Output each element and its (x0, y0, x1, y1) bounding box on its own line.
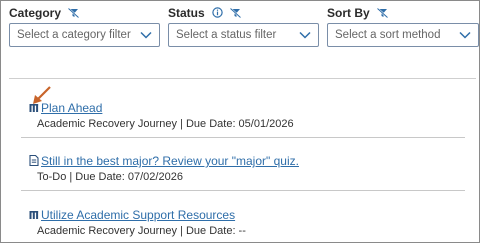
sort-filter: Sort By Select a sort method (327, 5, 479, 47)
item-meta: To-Do | Due Date: 07/02/2026 (37, 171, 183, 183)
filter-bar: Category Select a category filter Status (9, 5, 479, 49)
divider (21, 137, 465, 138)
list-item: Utilize Academic Support Resources Acade… (29, 208, 467, 238)
journey-icon (29, 209, 40, 224)
divider (9, 78, 476, 79)
sort-filter-label: Sort By (327, 5, 389, 22)
academic-support-link[interactable]: Utilize Academic Support Resources (41, 208, 235, 222)
status-select-placeholder: Select a status filter (176, 29, 277, 41)
chevron-down-icon (459, 31, 471, 39)
status-select[interactable]: Select a status filter (168, 23, 319, 47)
category-filter: Category Select a category filter (9, 5, 160, 47)
journey-icon (29, 102, 40, 117)
sort-select[interactable]: Select a sort method (327, 23, 479, 47)
status-filter: Status Select a status filter (168, 5, 319, 47)
filter-off-icon[interactable] (230, 6, 242, 22)
category-label-text: Category (9, 6, 62, 20)
list-item: Still in the best major? Review your "ma… (29, 154, 467, 184)
plan-ahead-link[interactable]: Plan Ahead (41, 101, 102, 115)
status-filter-label: Status (168, 5, 242, 22)
chevron-down-icon (299, 31, 311, 39)
status-label-text: Status (168, 6, 205, 20)
list-item: Plan Ahead Academic Recovery Journey | D… (29, 101, 467, 131)
item-title: Utilize Academic Support Resources (29, 208, 467, 224)
filter-off-icon[interactable] (376, 6, 389, 22)
major-quiz-link[interactable]: Still in the best major? Review your "ma… (41, 154, 299, 168)
item-meta: Academic Recovery Journey | Due Date: -- (37, 225, 246, 237)
chevron-down-icon (140, 31, 152, 39)
filter-off-icon[interactable] (68, 6, 80, 22)
category-select[interactable]: Select a category filter (9, 23, 160, 47)
item-meta: Academic Recovery Journey | Due Date: 05… (37, 118, 294, 130)
info-icon[interactable] (212, 6, 223, 22)
task-list-panel: Category Select a category filter Status (0, 0, 480, 243)
item-title: Still in the best major? Review your "ma… (29, 154, 467, 170)
todo-document-icon (29, 154, 40, 170)
sort-select-placeholder: Select a sort method (335, 29, 441, 41)
category-select-placeholder: Select a category filter (17, 29, 131, 41)
category-filter-label: Category (9, 5, 80, 22)
item-title: Plan Ahead (29, 101, 467, 117)
divider (21, 190, 465, 191)
sort-label-text: Sort By (327, 6, 370, 20)
